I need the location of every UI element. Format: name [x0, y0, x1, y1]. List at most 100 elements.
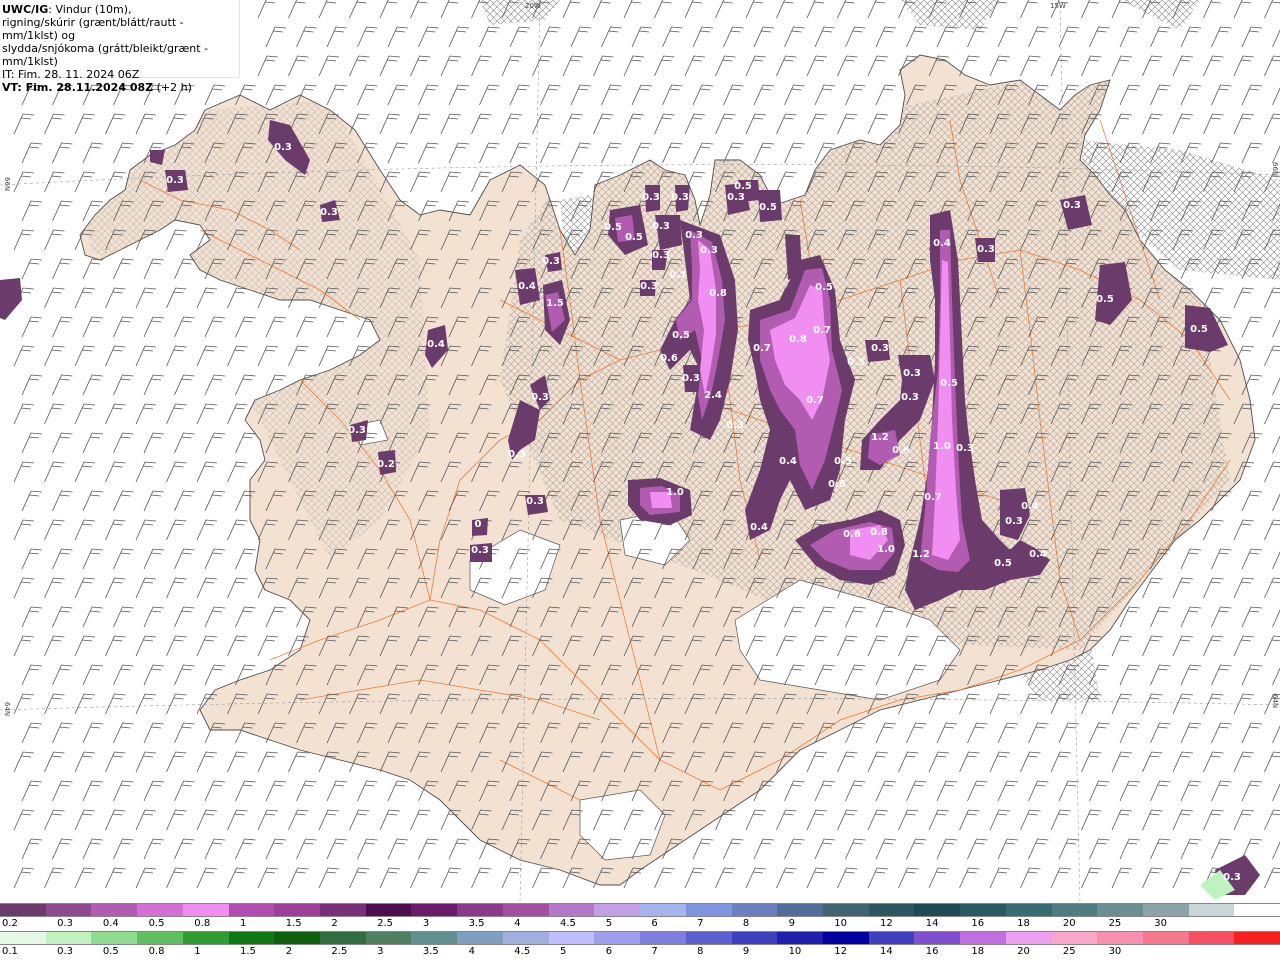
precip-value-label: 0 [475, 519, 482, 530]
precip-value-label: 0.3 [642, 192, 660, 203]
precip-value-label: 0.5 [672, 330, 690, 341]
colorbar-cell [91, 932, 138, 944]
colorbar-cell [868, 904, 915, 916]
precip-value-label: 0.3 [166, 175, 184, 186]
weather-map: 20W 15W 66N 64N 66N 64N 0.30.30.30.40.30… [0, 0, 1280, 902]
precip-value-label: 0.7 [753, 343, 771, 354]
colorbar-label: 7 [697, 918, 704, 929]
precip-value-label: 0.2 [377, 459, 395, 470]
colorbar-cell [914, 932, 961, 944]
precip-value-label: 0.3 [1223, 872, 1241, 883]
precip-value-label: 0.4 [518, 281, 536, 292]
colorbar-cell [274, 904, 321, 916]
precip-value-label: 0.5 [734, 181, 752, 192]
colorbar-label: 25 [1108, 918, 1122, 929]
precip-value-label: 0.6 [843, 529, 861, 540]
colorbar-label: 7 [651, 946, 658, 957]
colorbar-cell [228, 932, 275, 944]
colorbar-label: 8 [697, 946, 704, 957]
colorbar-cell [137, 932, 183, 944]
colorbar-label: 30 [1154, 918, 1168, 929]
precip-value-label: 1.0 [666, 487, 684, 498]
colorbar-label: 0.3 [57, 946, 74, 957]
colorbar-label: 3.5 [422, 946, 439, 957]
precip-value-label: 0.4 [933, 238, 951, 249]
colorbar-cell [868, 932, 915, 944]
colorbar-label: 0.2 [2, 918, 18, 929]
colorbar-cell [1234, 932, 1280, 944]
colorbar-label: 0.8 [148, 946, 165, 957]
precip-value-label: 1.2 [912, 549, 930, 560]
colorbar-label: 8 [742, 918, 750, 929]
colorbar-cell [640, 932, 686, 944]
precip-value-label: 0.3 [977, 244, 995, 255]
colorbar-label: 6 [651, 918, 658, 929]
precip-value-label: 0.4 [1029, 549, 1047, 560]
colorbar-label: 25 [1062, 946, 1076, 957]
precip-value-label: 0.3 [727, 192, 745, 203]
colorbar-cell [822, 904, 869, 916]
colorbar-cell [1051, 904, 1098, 916]
precip-value-label: 0.4 [750, 522, 768, 533]
colorbar-label: 3 [377, 946, 384, 957]
precip-value-label: 0.5 [759, 202, 777, 213]
precip-value-label: 0.3 [471, 545, 489, 556]
colorbar-label: 14 [880, 946, 893, 957]
colorbar-cell [594, 904, 641, 916]
precip-value-label: 0.3 [871, 343, 889, 354]
precip-value-label: 0.3 [847, 357, 865, 368]
snow-colorbar-labels: 0.2 0.3 0.4 0.5 0.8 1 1.5 2 2.5 3 3.5 4 4.5 5 6 7 8 9 10 12… [0, 918, 1280, 930]
colorbar-label: 3 [422, 918, 430, 929]
colorbar-label: 3.5 [468, 918, 485, 929]
colorbar-label: 20 [1017, 946, 1030, 957]
colorbar-cell [274, 932, 321, 944]
precip-value-label: 0.6 [660, 353, 678, 364]
colorbar-cell [640, 904, 686, 916]
precip-value-label: 0.5 [994, 558, 1012, 569]
colorbar-label: 20 [1062, 918, 1076, 929]
colorbar-label: 9 [788, 918, 795, 929]
colorbar-cell [1188, 904, 1235, 916]
colorbar-label: 5 [605, 918, 613, 929]
precip-value-label: 0.3 [726, 420, 744, 431]
colorbar-cell [1188, 932, 1235, 944]
lat-label-left-66n: 66N [3, 177, 11, 191]
precip-value-label: 0.3 [901, 392, 919, 403]
colorbar-cell [731, 904, 778, 916]
colorbar-cell [548, 904, 595, 916]
wind-label: : Vindur (10m), [48, 3, 132, 16]
precip-value-label: 0.5 [1190, 324, 1208, 335]
colorbar-cell [1005, 932, 1052, 944]
precip-value-label: 0.3 [320, 207, 338, 218]
colorbar-label: 4.5 [514, 946, 531, 957]
precip-value-label: 0.8 [870, 527, 888, 538]
colorbar-cell [320, 904, 366, 916]
colorbar-cell [182, 932, 229, 944]
header-info: UWC/IG: Vindur (10m), rigning/skúrir (gr… [0, 0, 240, 94]
lead-time: (+2 h) [153, 81, 192, 94]
precip-value-label: 1.0 [877, 544, 895, 555]
precip-value-label: 0.5 [940, 378, 958, 389]
colorbar-label: 12 [834, 946, 848, 957]
rain-colorbar [0, 931, 1280, 945]
precip-value-label: 1.5 [546, 298, 564, 309]
precip-value-label: 0.7 [813, 325, 831, 336]
colorbar-label: 4 [468, 946, 475, 957]
colorbar-label: 1 [194, 946, 201, 957]
colorbar-label: 18 [1017, 918, 1030, 929]
colorbar-label: 2.5 [331, 946, 348, 957]
precip-value-label: 0.3 [652, 221, 670, 232]
colorbar-cell [320, 932, 366, 944]
header-valid-time: VT: Fim. 28.11.2024 08Z (+2 h) [2, 81, 237, 94]
rain-colorbar-labels: 0.1 0.3 0.5 0.8 1 1.5 2 2.5 3 3.5 4 4.5 5 6 7 8 9 10 12 14 1… [0, 946, 1280, 958]
colorbar-cell [777, 904, 823, 916]
colorbar-cell [1234, 904, 1280, 916]
precip-value-label: 0.3 [671, 192, 689, 203]
precip-value-label: 0.3 [682, 373, 700, 384]
lon-label-20w: 20W [525, 2, 541, 10]
colorbar-label: 6 [605, 946, 613, 957]
colorbar-label: 16 [971, 918, 985, 929]
colorbar-label: 1.5 [285, 918, 302, 929]
colorbar-label: 0.1 [2, 946, 18, 957]
colorbar-label: 12 [880, 918, 893, 929]
